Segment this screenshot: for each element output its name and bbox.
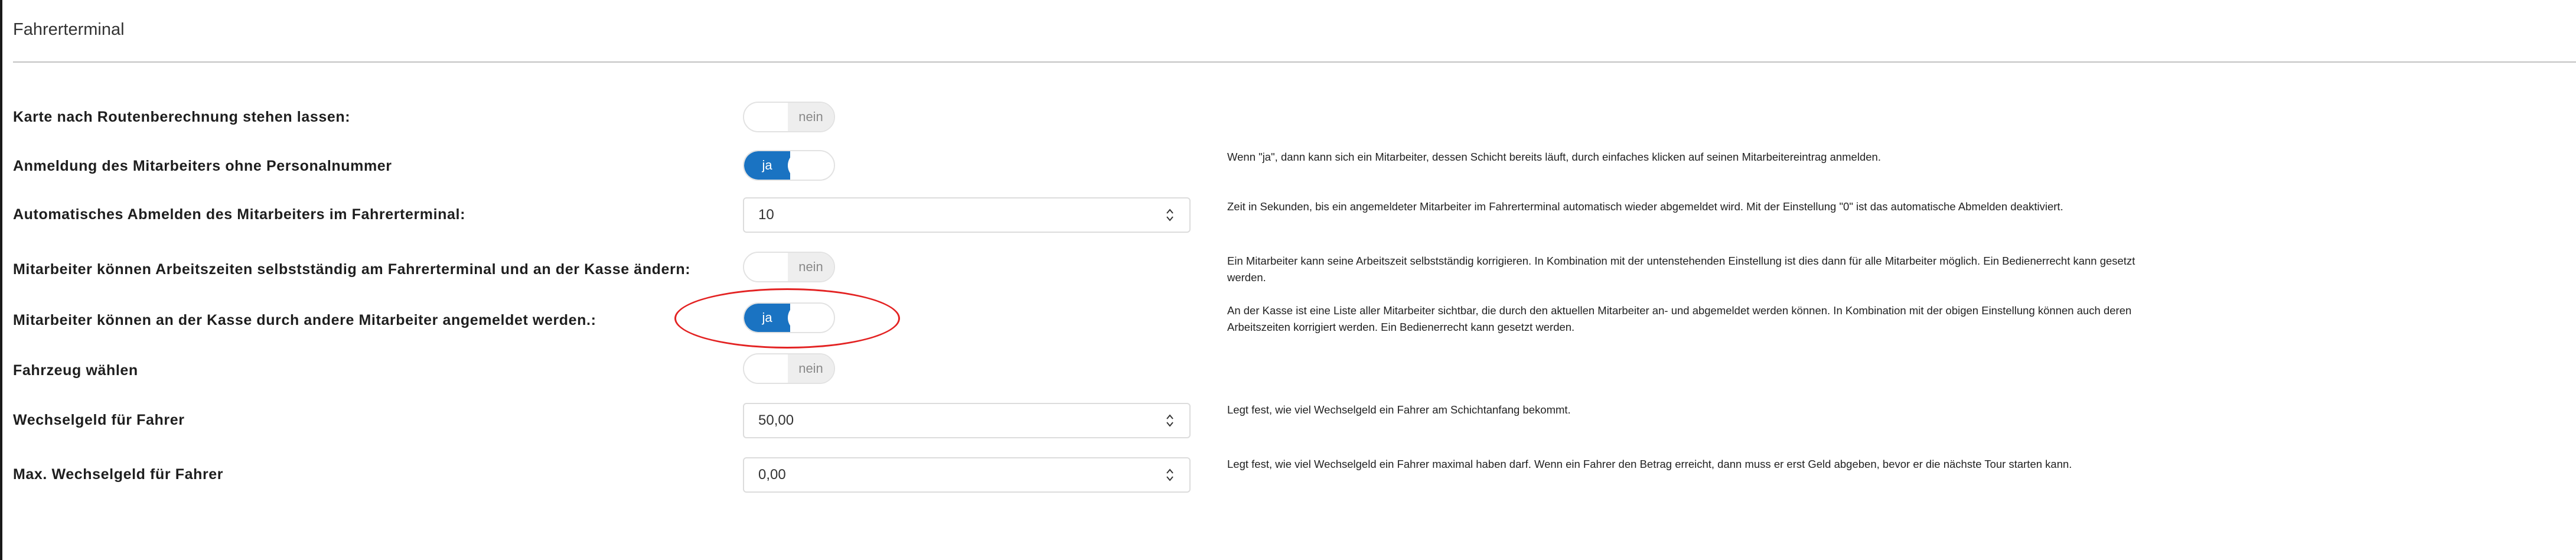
help-text-arbeitszeiten-aendern: Ein Mitarbeiter kann seine Arbeitszeit s…: [1227, 255, 2135, 284]
toggle-karte-stehen-lassen[interactable]: nein: [743, 102, 835, 132]
input-value: 50,00: [758, 412, 794, 428]
setting-label-arbeitszeiten-aendern: Mitarbeiter können Arbeitszeiten selbsts…: [13, 261, 691, 278]
setting-label-karte-stehen-lassen: Karte nach Routenberechnung stehen lasse…: [13, 109, 351, 125]
help-text-wechselgeld: Legt fest, wie viel Wechselgeld ein Fahr…: [1227, 403, 1571, 416]
setting-label-wechselgeld: Wechselgeld für Fahrer: [13, 412, 185, 428]
setting-label-max-wechselgeld: Max. Wechselgeld für Fahrer: [13, 466, 224, 483]
toggle-anmeldung-durch-andere[interactable]: ja: [743, 302, 835, 333]
setting-label-anmeldung-ohne-personalnummer: Anmeldung des Mitarbeiters ohne Personal…: [13, 158, 392, 174]
input-value: 10: [758, 207, 774, 223]
toggle-anmeldung-ohne-personalnummer[interactable]: ja: [743, 150, 835, 181]
window-left-border: [0, 0, 2, 560]
toggle-arbeitszeiten-aendern[interactable]: nein: [743, 252, 835, 282]
toggle-state-text: ja: [744, 151, 790, 180]
spinner-arrows-icon[interactable]: [1166, 468, 1174, 482]
spinner-arrows-icon[interactable]: [1166, 414, 1174, 428]
number-input-wechselgeld[interactable]: 50,00: [743, 403, 1191, 438]
toggle-fahrzeug-waehlen[interactable]: nein: [743, 353, 835, 384]
title-divider: [13, 61, 2576, 63]
toggle-state-text: nein: [788, 253, 834, 281]
setting-label-automatisches-abmelden: Automatisches Abmelden des Mitarbeiters …: [13, 206, 466, 223]
number-input-automatisches-abmelden[interactable]: 10: [743, 197, 1191, 233]
setting-label-anmeldung-durch-andere: Mitarbeiter können an der Kasse durch an…: [13, 312, 596, 328]
help-text-max-wechselgeld: Legt fest, wie viel Wechselgeld ein Fahr…: [1227, 458, 2072, 470]
help-text-anmeldung-ohne-personalnummer: Wenn "ja", dann kann sich ein Mitarbeite…: [1227, 151, 1881, 163]
help-text-anmeldung-durch-andere: An der Kasse ist eine Liste aller Mitarb…: [1227, 304, 2132, 333]
number-input-max-wechselgeld[interactable]: 0,00: [743, 457, 1191, 493]
help-text-automatisches-abmelden: Zeit in Sekunden, bis ein angemeldeter M…: [1227, 200, 2063, 213]
toggle-state-text: ja: [744, 304, 790, 332]
setting-label-fahrzeug-waehlen: Fahrzeug wählen: [13, 362, 138, 379]
spinner-arrows-icon[interactable]: [1166, 208, 1174, 222]
section-title: Fahrerterminal: [13, 20, 125, 39]
input-value: 0,00: [758, 467, 786, 483]
toggle-state-text: nein: [788, 103, 834, 131]
toggle-state-text: nein: [788, 354, 834, 383]
